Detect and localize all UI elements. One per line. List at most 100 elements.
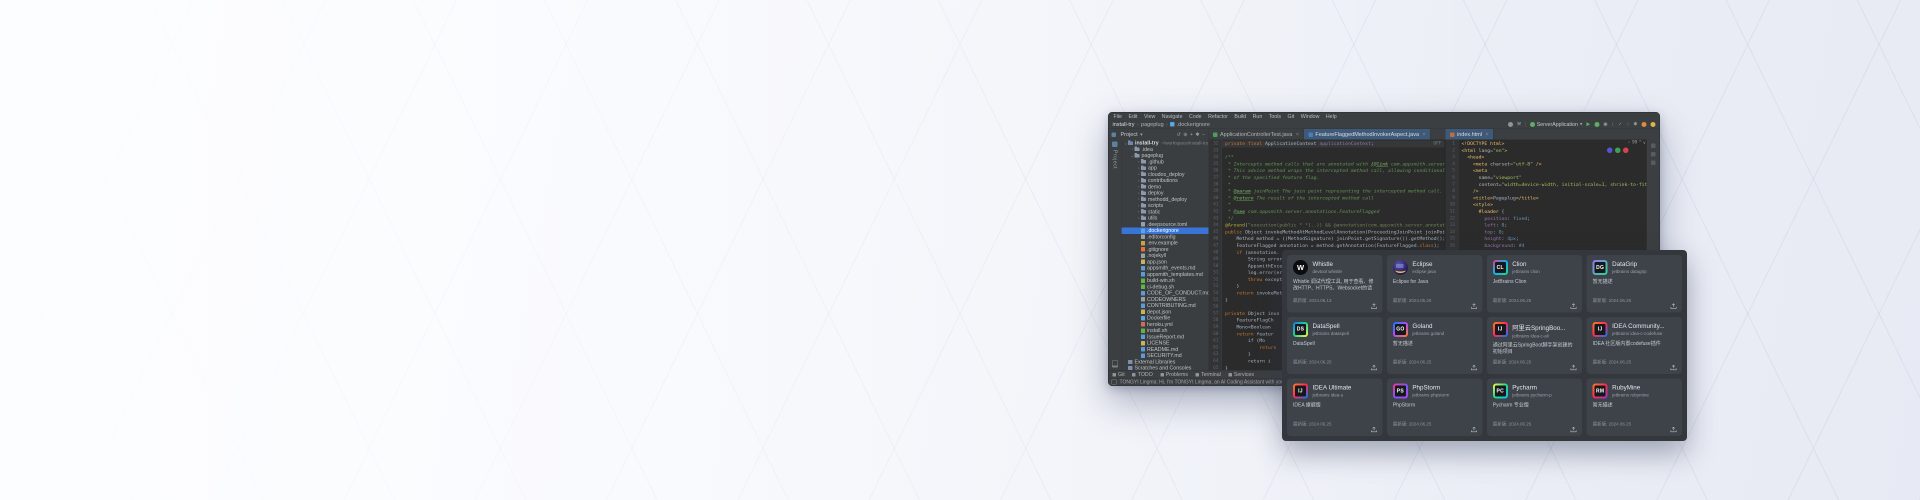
tab-index.html[interactable]: index.html× <box>1446 129 1494 140</box>
debug-icon[interactable] <box>1594 122 1599 127</box>
download-icon[interactable] <box>1370 425 1378 433</box>
project-tool-button[interactable]: Project <box>1121 132 1138 138</box>
toolwindow-todo[interactable]: TODO <box>1132 372 1153 378</box>
download-icon[interactable] <box>1370 302 1378 310</box>
hide-icon[interactable]: − <box>1202 132 1205 138</box>
code-token: <style> <box>1473 202 1493 208</box>
plugin-card[interactable]: IJIDEA Ultimatejetbrains idea-uIDEA 旗舰版最… <box>1287 379 1382 436</box>
download-icon[interactable] <box>1470 425 1478 433</box>
gradle-icon[interactable] <box>1651 152 1656 157</box>
plugin-card[interactable]: PCPycharmjetbrains pycharm-pPycharm 专业版最… <box>1487 379 1582 436</box>
menu-item-code[interactable]: Code <box>1189 113 1202 119</box>
download-icon[interactable] <box>1470 302 1478 310</box>
tree-item-label: pageplug <box>1142 153 1164 159</box>
status-toolwindow-icon[interactable] <box>1112 380 1117 385</box>
code-token: Method method = ((MethodSignature) joinP… <box>1225 236 1445 242</box>
file-icon <box>1141 291 1145 296</box>
run-icon[interactable]: ▶ <box>1586 122 1590 128</box>
plugin-subtitle: jetbrains goland <box>1412 331 1444 336</box>
project-stripe-label[interactable]: Project <box>1112 150 1118 169</box>
sync-icon[interactable]: ↺ <box>1177 132 1181 138</box>
download-icon[interactable] <box>1670 302 1678 310</box>
git-update-icon[interactable]: ↓ <box>1612 122 1615 128</box>
plugin-card[interactable]: CLClionjetbrains clionJetBrains Clion最新版… <box>1487 255 1582 312</box>
menu-item-tools[interactable]: Tools <box>1269 113 1281 119</box>
download-icon[interactable] <box>1470 364 1478 372</box>
plugin-card[interactable]: IJ阿里云SpringBoo...jetbrains idea-c-ali通过阿… <box>1487 317 1582 374</box>
tab-ApplicationControllerTest.java[interactable]: ApplicationControllerTest.java× <box>1209 129 1304 140</box>
toolwindow-problems[interactable]: Problems <box>1160 372 1188 378</box>
project-stripe-icon[interactable] <box>1112 142 1118 148</box>
line-number: 62 <box>1209 344 1222 351</box>
menu-item-run[interactable]: Run <box>1253 113 1263 119</box>
code-token: <meta <box>1473 161 1490 167</box>
file-icon <box>1141 235 1145 240</box>
breadcrumb-item[interactable]: pageplug <box>1141 121 1164 127</box>
breadcrumb-item[interactable]: install-try <box>1113 121 1135 127</box>
plugin-card[interactable]: Eclipseeclipse javaEclipse for Java最新版: … <box>1387 255 1482 312</box>
tree-item-label: deploy <box>1148 190 1163 196</box>
jetbrains-logo-icon: DG <box>1593 260 1608 275</box>
menu-item-help[interactable]: Help <box>1326 113 1337 119</box>
database-icon[interactable] <box>1651 161 1656 166</box>
spring-icon[interactable] <box>1530 122 1535 127</box>
plugin-version: 最新版: 2024.06.13 <box>1293 297 1332 304</box>
tree-item-label: CONTRIBUTING.md <box>1147 303 1196 309</box>
menu-item-edit[interactable]: Edit <box>1128 113 1137 119</box>
close-icon[interactable]: × <box>1486 132 1489 138</box>
menu-item-view[interactable]: View <box>1144 113 1155 119</box>
close-icon[interactable]: × <box>1296 132 1299 138</box>
plugin-card[interactable]: IJIDEA Community...jetbrains idea-c-code… <box>1587 317 1682 374</box>
plugin-title: Whistle <box>1313 261 1343 268</box>
code-line: * @return The result of the intercepted … <box>1222 195 1445 202</box>
search-icon[interactable]: ◌ <box>1626 122 1629 128</box>
menu-item-build[interactable]: Build <box>1234 113 1246 119</box>
plugin-subtitle: jetbrains datagrip <box>1612 269 1647 274</box>
plugin-card[interactable]: PSPhpStormjetbrains phpstormPhpStorm最新版:… <box>1387 379 1482 436</box>
download-icon[interactable] <box>1570 425 1578 433</box>
locate-icon[interactable]: ⊕ <box>1183 132 1187 138</box>
breadcrumb-item[interactable]: .dockerignore <box>1177 121 1210 127</box>
download-icon[interactable] <box>1370 364 1378 372</box>
run-config-dropdown[interactable]: ServerApplication▾ <box>1530 121 1583 127</box>
code-token: #loader <box>1462 209 1499 215</box>
tree-row-root[interactable]: ⌄install-try~/workspace/install-try <box>1122 140 1209 146</box>
download-icon[interactable] <box>1670 364 1678 372</box>
tab-FeatureFlaggedMethodInvokerAspect.java[interactable]: FeatureFlaggedMethodInvokerAspect.java× <box>1304 129 1431 140</box>
plugin-card[interactable]: GOGolandjetbrains goland暂无描述最新版: 2024.06… <box>1387 317 1482 374</box>
project-tree: ⌄install-try~/workspace/install-try›.ide… <box>1122 140 1210 371</box>
notifications-icon[interactable] <box>1651 144 1656 149</box>
download-icon[interactable] <box>1670 425 1678 433</box>
menu-item-file[interactable]: File <box>1114 113 1122 119</box>
toolwindow-git[interactable]: Git <box>1113 372 1125 378</box>
code-token: throw <box>1225 277 1265 283</box>
menu-item-navigate[interactable]: Navigate <box>1162 113 1183 119</box>
close-icon[interactable]: × <box>1423 132 1426 138</box>
code-line: * @see com.appsmith.server.annotations.F… <box>1222 208 1445 215</box>
user-icon[interactable] <box>1508 122 1513 127</box>
toolwindow-terminal[interactable]: Terminal <box>1195 372 1220 378</box>
menu-item-window[interactable]: Window <box>1301 113 1320 119</box>
plugin-card[interactable]: DGDataGripjetbrains datagrip暂无描述最新版: 202… <box>1587 255 1682 312</box>
services-icon <box>1228 373 1232 377</box>
plugin-yellow-icon[interactable] <box>1651 122 1656 127</box>
menu-item-git[interactable]: Git <box>1287 113 1294 119</box>
gear-icon[interactable]: ✱ <box>1195 132 1199 138</box>
hammer-icon[interactable]: ⚒ <box>1517 122 1521 128</box>
git-commit-icon[interactable]: ✓ <box>1618 122 1622 128</box>
chevron-down-icon[interactable]: ▾ <box>1140 132 1143 138</box>
coverage-icon[interactable]: ◉ <box>1603 122 1607 128</box>
toolwindow-switcher-icon[interactable] <box>1112 360 1118 368</box>
line-number: 40 <box>1209 195 1222 202</box>
toolwindow-services[interactable]: Services <box>1228 372 1254 378</box>
plugin-card[interactable]: DSDataSpelljetbrains dataspellDataSpell最… <box>1287 317 1382 374</box>
plugin-card[interactable]: WWhistledevtool whistleWhistle 调试代理工具, 用… <box>1287 255 1382 312</box>
file-icon <box>1141 272 1145 277</box>
plugin-card[interactable]: RMRubyMinejetbrains rubymine暂无描述最新版: 202… <box>1587 379 1682 436</box>
download-icon[interactable] <box>1570 302 1578 310</box>
expand-icon[interactable]: + <box>1190 132 1193 138</box>
plugin-orange-icon[interactable] <box>1642 122 1647 127</box>
download-icon[interactable] <box>1570 364 1578 372</box>
menu-item-refactor[interactable]: Refactor <box>1208 113 1228 119</box>
settings-icon[interactable]: ✱ <box>1633 122 1637 128</box>
